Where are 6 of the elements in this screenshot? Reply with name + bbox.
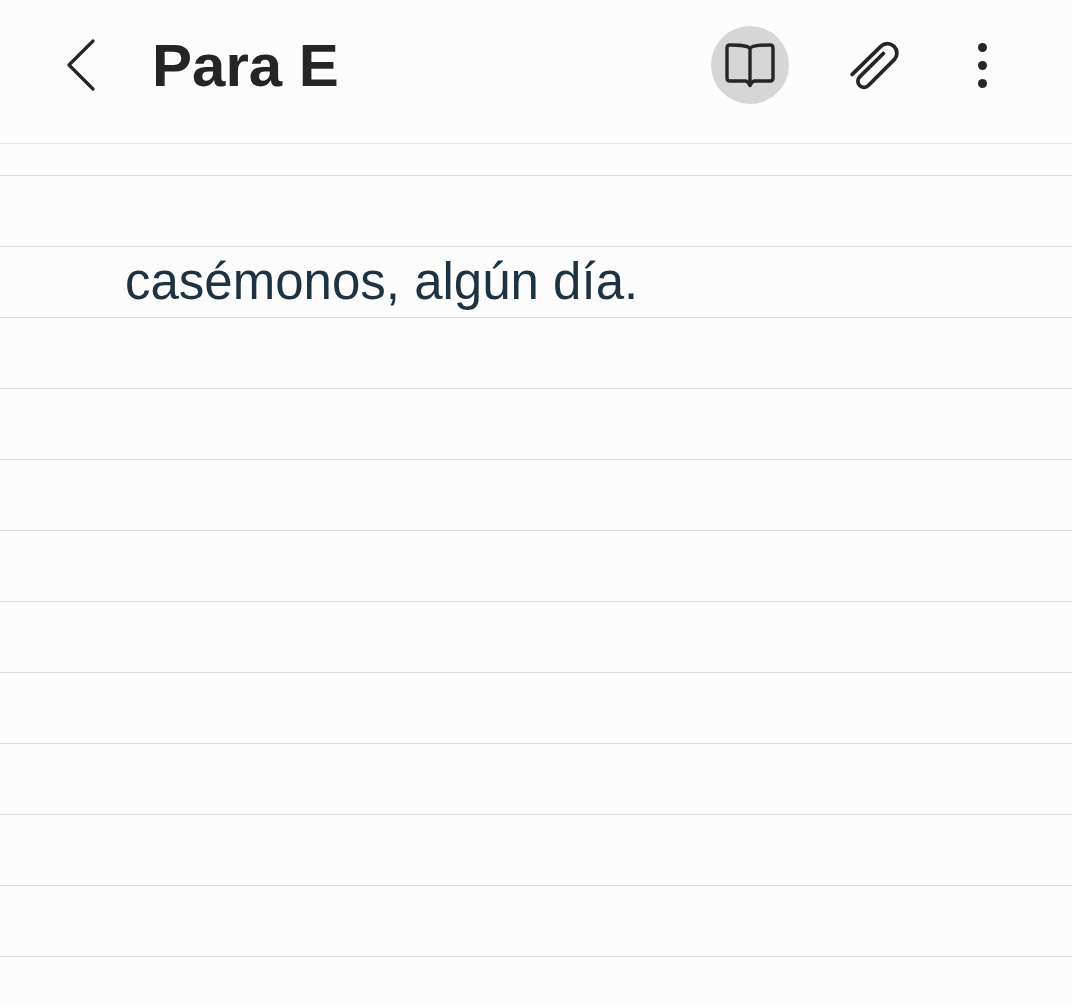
paperclip-icon xyxy=(850,40,900,90)
note-title: Para E xyxy=(152,30,339,100)
vertical-dots-icon xyxy=(977,42,987,88)
note-text: casémonos, algún día. xyxy=(125,252,640,312)
book-icon xyxy=(725,41,775,89)
chevron-left-icon xyxy=(66,39,96,91)
